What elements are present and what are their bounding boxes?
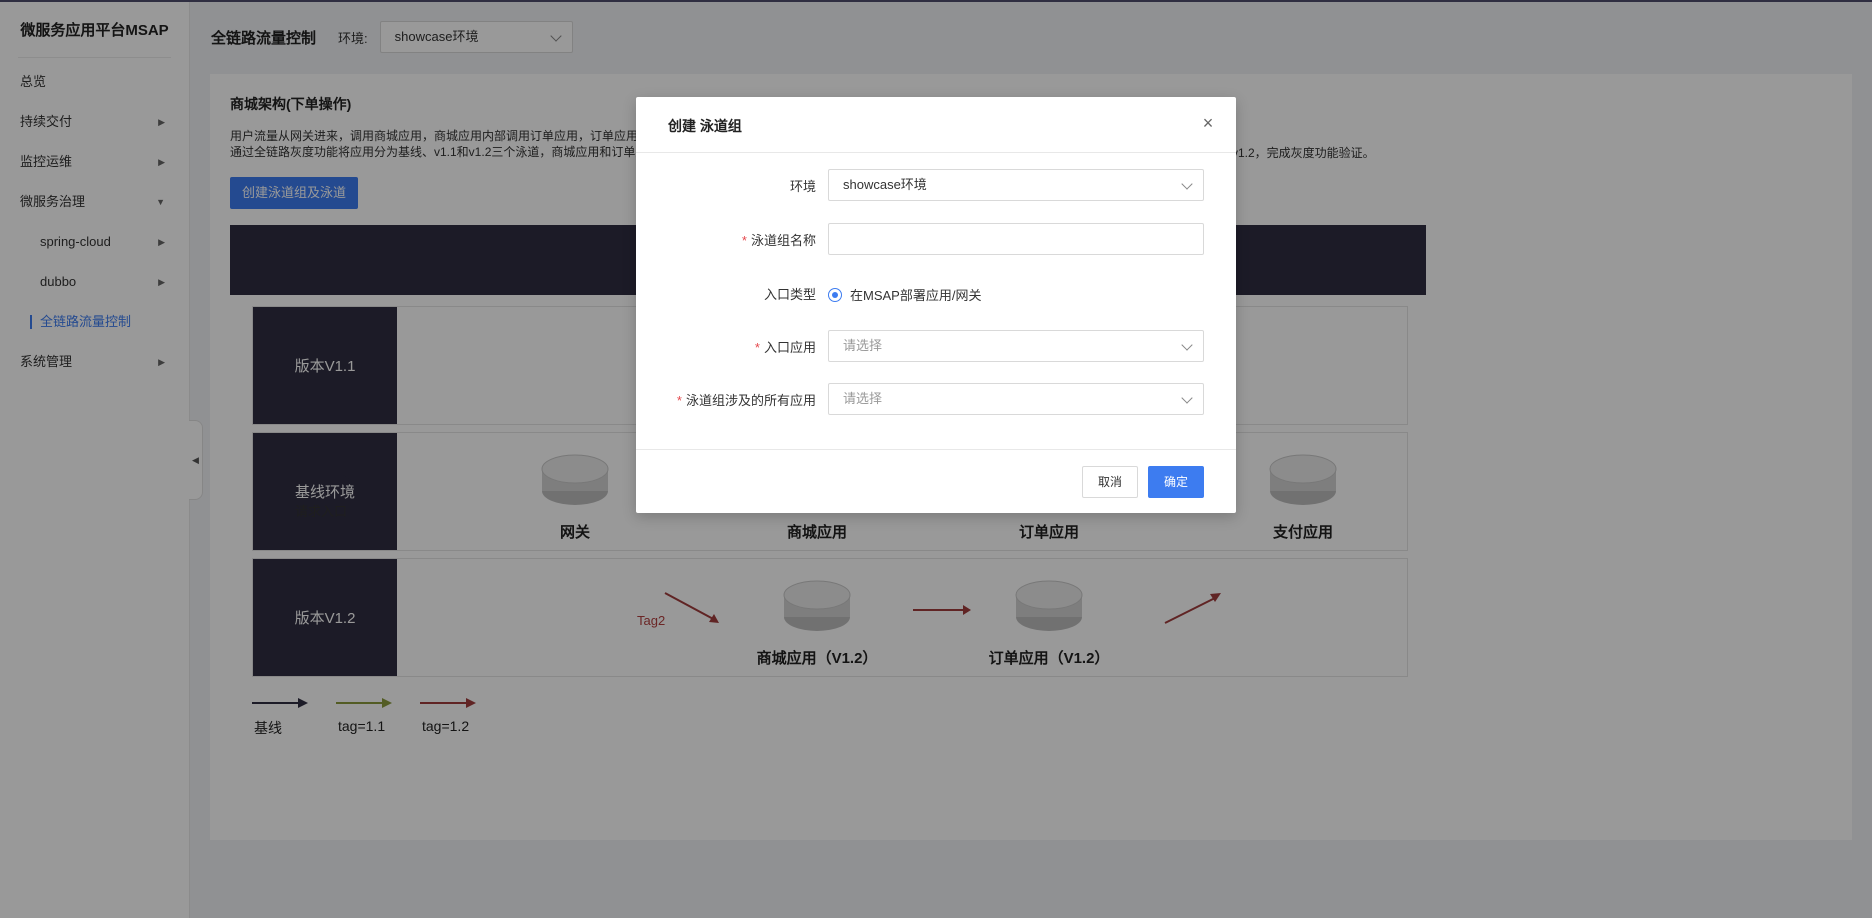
chevron-down-icon — [1181, 392, 1193, 404]
chevron-down-icon — [1181, 178, 1193, 190]
label-text: 环境 — [789, 179, 816, 194]
required-mark: * — [676, 393, 682, 408]
confirm-button[interactable]: 确定 — [1148, 466, 1204, 498]
entry-type-label: 入口类型 — [764, 284, 816, 303]
form-row-all-apps: * 泳道组涉及的所有应用 请选择 — [636, 383, 1236, 415]
form-row-env: 环境 showcase环境 — [636, 169, 1236, 201]
select-placeholder: 请选择 — [843, 338, 883, 353]
label-text: 泳道组涉及的所有应用 — [685, 393, 816, 408]
dialog-footer: 取消 确定 — [636, 449, 1236, 513]
create-lane-group-dialog: 创建 泳道组 × 环境 showcase环境 * 泳道组名称 入口类型 在MSAP… — [636, 97, 1236, 513]
lane-group-name-input[interactable] — [828, 223, 1204, 255]
label-text: 入口类型 — [763, 287, 816, 302]
env-field-value: showcase环境 — [843, 177, 927, 192]
entry-type-option-label: 在MSAP部署应用/网关 — [850, 288, 982, 303]
label-text: 泳道组名称 — [750, 233, 816, 248]
required-mark: * — [741, 233, 747, 248]
env-field-select[interactable]: showcase环境 — [828, 169, 1204, 201]
radio-checked-icon[interactable] — [828, 287, 842, 302]
name-field-label: * 泳道组名称 — [742, 230, 816, 249]
required-mark: * — [754, 340, 760, 355]
env-field-label: 环境 — [790, 176, 816, 195]
entry-app-label: * 入口应用 — [755, 337, 816, 356]
entry-type-radio[interactable]: 在MSAP部署应用/网关 — [828, 285, 981, 304]
entry-app-select[interactable]: 请选择 — [828, 330, 1204, 362]
all-apps-label: * 泳道组涉及的所有应用 — [677, 390, 816, 409]
label-text: 入口应用 — [763, 340, 816, 355]
all-apps-select[interactable]: 请选择 — [828, 383, 1204, 415]
close-icon[interactable]: × — [1200, 114, 1216, 132]
chevron-down-icon — [1181, 339, 1193, 351]
select-placeholder: 请选择 — [843, 391, 883, 406]
form-row-name: * 泳道组名称 — [636, 223, 1236, 255]
form-row-entry-app: * 入口应用 请选择 — [636, 330, 1236, 362]
dialog-title: 创建 泳道组 — [668, 118, 742, 134]
top-bar — [0, 0, 1872, 2]
form-row-entry-type: 入口类型 在MSAP部署应用/网关 — [636, 277, 1236, 309]
dialog-header: 创建 泳道组 × — [636, 97, 1236, 153]
cancel-button[interactable]: 取消 — [1082, 466, 1138, 498]
